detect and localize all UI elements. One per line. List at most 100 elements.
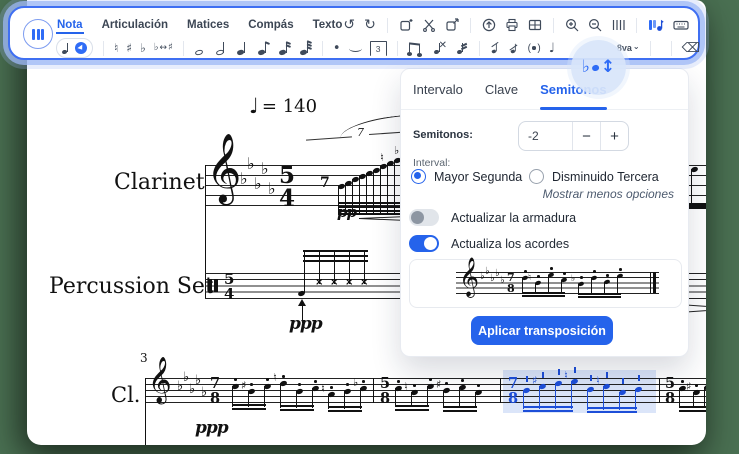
- export-icon[interactable]: [482, 18, 496, 32]
- sharp-button[interactable]: ♯: [126, 42, 132, 54]
- toolbar-tabs: Nota Articulación Matices Compás Texto: [56, 16, 343, 34]
- fit-width-icon[interactable]: [611, 18, 625, 32]
- tab-compas[interactable]: Compás: [247, 16, 294, 34]
- notation-glyph: [395, 405, 429, 407]
- notation-glyph: [266, 378, 269, 381]
- piano-panel-toggle[interactable]: [23, 19, 53, 49]
- eighth-note-button[interactable]: [257, 40, 270, 57]
- time-signature[interactable]: 5 8: [665, 377, 675, 406]
- divider: [671, 41, 672, 56]
- tremolo-button[interactable]: [454, 40, 469, 56]
- notation-glyph: [328, 406, 362, 408]
- keyboard-shortcuts-icon[interactable]: [673, 18, 689, 32]
- quarter-note-button[interactable]: [236, 40, 249, 57]
- radio-mayor-segunda[interactable]: Mayor Segunda: [411, 169, 522, 184]
- copy-icon[interactable]: [445, 18, 459, 32]
- notation-glyph: [593, 270, 596, 273]
- flat-icon: ♭: [490, 274, 495, 284]
- note-input-toggle[interactable]: [56, 38, 93, 58]
- zoom-in-icon[interactable]: [565, 18, 579, 32]
- tab-matices[interactable]: Matices: [186, 16, 230, 34]
- flat-icon: ♭: [485, 267, 490, 277]
- tab-clave[interactable]: Clave: [485, 69, 518, 109]
- time-signature[interactable]: 5 4: [279, 164, 295, 210]
- notation-glyph: [548, 275, 549, 293]
- notation-glyph: [359, 176, 360, 214]
- augmentation-dot-button[interactable]: •: [333, 42, 341, 55]
- notation-glyph: [679, 410, 706, 412]
- divider: [650, 41, 651, 56]
- tab-texto[interactable]: Texto: [312, 16, 344, 34]
- eighth-note-icon: [62, 42, 71, 55]
- tab-intervalo[interactable]: Intervalo: [413, 69, 463, 109]
- semitones-input[interactable]: -2: [519, 122, 573, 150]
- accidental-glyph: ♮: [321, 383, 325, 394]
- up-down-arrow-icon: ↕: [601, 59, 615, 76]
- natural-button[interactable]: ♮: [114, 42, 118, 54]
- apply-transposition-button[interactable]: Aplicar transposición: [471, 316, 613, 345]
- sixteenth-note-button[interactable]: [278, 40, 291, 57]
- notation-glyph: [362, 380, 365, 383]
- dynamic-ppp[interactable]: ppp: [289, 314, 322, 334]
- treble-clef-icon[interactable]: 𝄞: [206, 138, 241, 198]
- parenthesized-note-button[interactable]: (): [528, 43, 541, 54]
- print-icon[interactable]: [505, 18, 519, 32]
- time-signature[interactable]: 5 4: [224, 272, 234, 302]
- transpose-tool-button[interactable]: ♭ ↕: [571, 40, 626, 95]
- time-signature[interactable]: 7 8: [210, 377, 220, 406]
- accidental-glyph: ♯: [241, 380, 246, 391]
- remove-note-button[interactable]: ✕: [432, 40, 446, 56]
- cut-icon[interactable]: [422, 18, 436, 32]
- tab-nota[interactable]: Nota: [56, 16, 84, 34]
- time-signature[interactable]: 5 8: [380, 377, 390, 406]
- time-signature-selected[interactable]: 7 8: [508, 377, 518, 406]
- notation-glyph: [578, 296, 621, 298]
- decrement-button[interactable]: −: [573, 122, 601, 150]
- stem-direction-button[interactable]: ♩: [549, 42, 555, 55]
- notation-glyph: [537, 275, 540, 278]
- flat-button[interactable]: ♭: [140, 42, 146, 54]
- notation-glyph: [328, 410, 362, 412]
- notation-glyph: [397, 380, 400, 383]
- toggle-update-chords[interactable]: [409, 235, 439, 252]
- delete-backspace-button[interactable]: ⌫: [682, 42, 700, 55]
- instruments-panel-icon[interactable]: [648, 18, 664, 32]
- show-less-options-link[interactable]: Mostrar menos opciones: [543, 187, 674, 201]
- notation-glyph: [445, 382, 448, 385]
- semitones-label: Semitonos:: [413, 129, 473, 141]
- accidental-glyph: ♮: [596, 375, 600, 386]
- percussion-clef-icon[interactable]: [208, 279, 212, 292]
- redo-icon[interactable]: ↻: [364, 18, 376, 32]
- radio-selected-icon: [411, 169, 426, 184]
- semitones-stepper: -2 − +: [518, 121, 629, 151]
- thirtysecond-note-button[interactable]: [299, 40, 312, 57]
- notation-glyph: [550, 267, 553, 270]
- tie-button[interactable]: [349, 45, 362, 52]
- page-layout-icon[interactable]: [528, 18, 542, 32]
- notation-glyph: [319, 252, 320, 284]
- undo-icon[interactable]: ↺: [343, 18, 355, 32]
- notation-glyph: [280, 405, 314, 407]
- half-note-button[interactable]: [215, 40, 228, 57]
- enharmonic-button[interactable]: ♭ ↔ ♯: [154, 43, 173, 53]
- increment-button[interactable]: +: [601, 122, 628, 150]
- radio-disminuido-tercera[interactable]: Disminuido Tercera: [529, 169, 659, 184]
- tempo-marking[interactable]: ♩ = 140: [249, 96, 317, 117]
- paste-add-icon[interactable]: [399, 18, 413, 32]
- toggle-key-signature[interactable]: [409, 209, 439, 226]
- notation-glyph: [542, 372, 544, 378]
- dynamic-ppp[interactable]: ppp: [195, 418, 228, 438]
- zoom-out-icon[interactable]: [588, 18, 602, 32]
- treble-clef-icon[interactable]: 𝄞: [148, 360, 172, 400]
- grace-note-button[interactable]: [490, 41, 501, 55]
- notation-glyph: [346, 383, 349, 386]
- final-barline-thick: [653, 272, 656, 293]
- grace-note-slash-button[interactable]: [509, 41, 520, 55]
- tab-articulacion[interactable]: Articulación: [101, 16, 169, 34]
- divider: [553, 18, 554, 33]
- accidental-glyph: ♭: [394, 145, 399, 156]
- tuplet-button[interactable]: 3: [370, 41, 387, 56]
- notation-glyph: [590, 375, 592, 381]
- beam-notes-button[interactable]: [408, 40, 424, 56]
- whole-note-button[interactable]: [194, 40, 207, 57]
